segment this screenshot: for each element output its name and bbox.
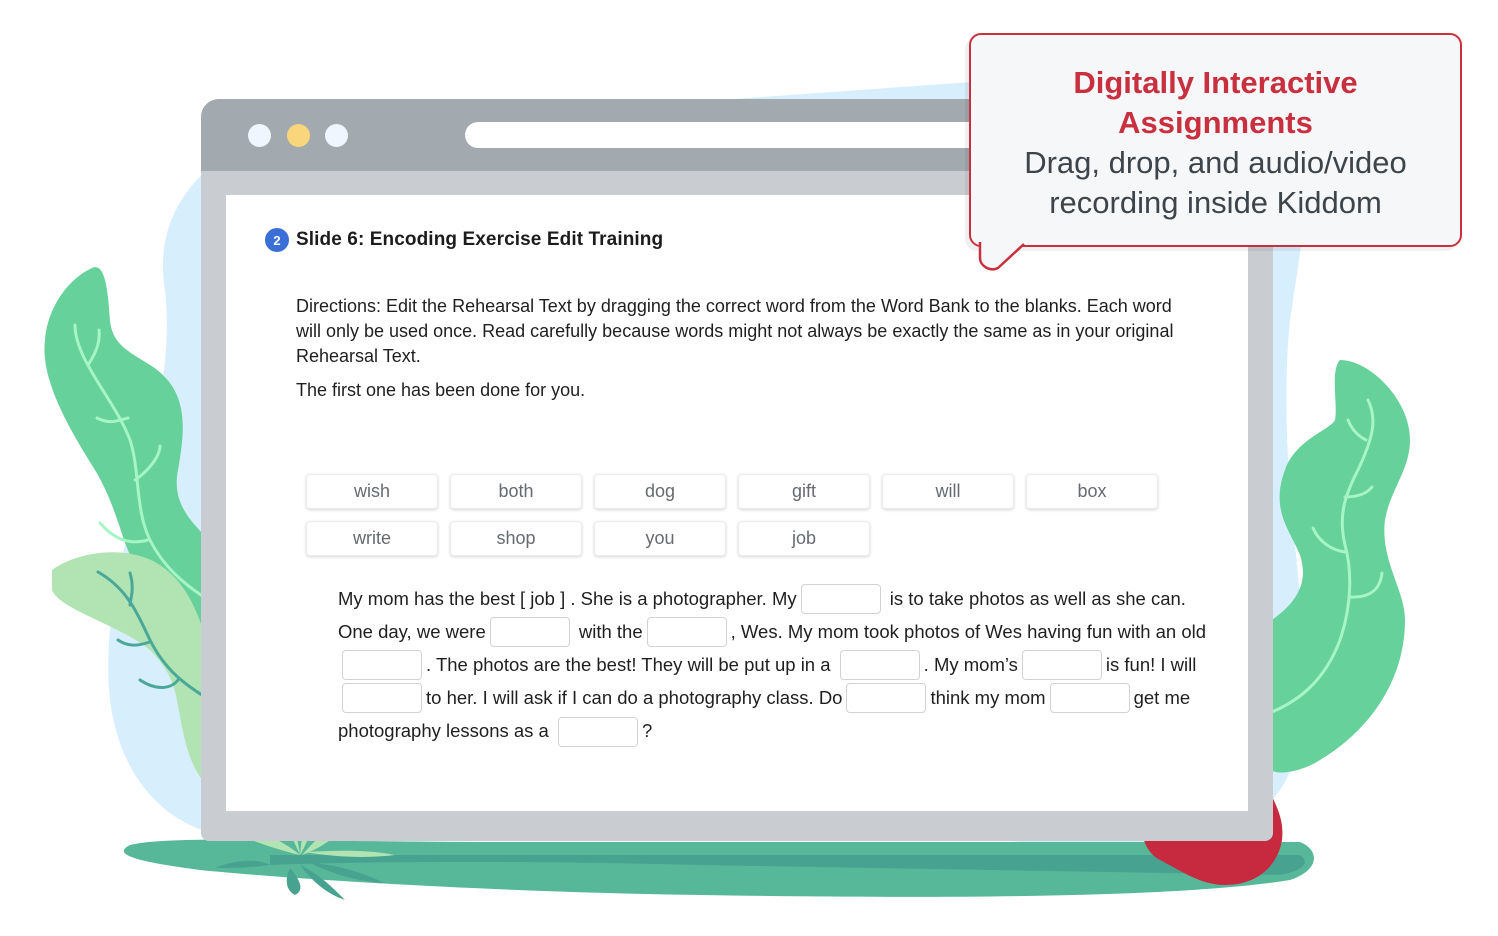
drop-blank-2[interactable] xyxy=(489,617,570,648)
passage-text: to her. I will ask if I can do a photogr… xyxy=(426,687,843,709)
assignment-content: 2 Slide 6: Encoding Exercise Edit Traini… xyxy=(226,195,1248,811)
passage-text: , Wes. My mom took photos of Wes having … xyxy=(730,621,1207,643)
directions-text: Directions: Edit the Rehearsal Text by d… xyxy=(296,296,1174,366)
passage-text: ? xyxy=(641,720,653,742)
word-chip-box[interactable]: box xyxy=(1026,474,1158,509)
rehearsal-passage: My mom has the best [ job ] . She is a p… xyxy=(338,582,1208,748)
drop-blank-1[interactable] xyxy=(800,584,881,615)
word-chip-dog[interactable]: dog xyxy=(594,474,726,509)
drop-blank-5[interactable] xyxy=(839,650,920,681)
directions-block: Directions: Edit the Rehearsal Text by d… xyxy=(296,294,1196,412)
passage-text: . The photos are the best! They will be … xyxy=(426,654,831,676)
passage-text: with the xyxy=(578,621,643,643)
passage-text: is fun! I will xyxy=(1105,654,1197,676)
passage-text: My mom has the best [ job ] . She is a p… xyxy=(338,588,797,609)
drop-blank-10[interactable] xyxy=(557,716,638,747)
passage-text: think my mom xyxy=(930,687,1046,709)
drop-blank-8[interactable] xyxy=(846,683,927,714)
word-chip-you[interactable]: you xyxy=(594,521,726,556)
word-chip-gift[interactable]: gift xyxy=(738,474,870,509)
slide-title: Slide 6: Encoding Exercise Edit Training xyxy=(296,229,664,250)
step-number-badge: 2 xyxy=(265,228,289,252)
word-chip-will[interactable]: will xyxy=(882,474,1014,509)
word-chip-both[interactable]: both xyxy=(450,474,582,509)
word-chip-wish[interactable]: wish xyxy=(306,474,438,509)
drop-blank-7[interactable] xyxy=(342,683,422,714)
callout-subtitle: Drag, drop, and audio/video recording in… xyxy=(1024,145,1407,220)
word-bank: wish both dog gift will box write shop y… xyxy=(306,474,1186,556)
feature-callout: Digitally Interactive Assignments Drag, … xyxy=(969,33,1462,247)
drop-blank-4[interactable] xyxy=(342,650,422,681)
directions-note: The first one has been done for you. xyxy=(296,380,586,400)
word-chip-write[interactable]: write xyxy=(306,521,438,556)
word-chip-shop[interactable]: shop xyxy=(450,521,582,556)
window-close-dot[interactable] xyxy=(248,124,271,147)
slide-heading: 2 Slide 6: Encoding Exercise Edit Traini… xyxy=(265,228,663,252)
window-maximize-dot[interactable] xyxy=(325,124,348,147)
window-minimize-dot[interactable] xyxy=(287,124,310,147)
drop-blank-9[interactable] xyxy=(1049,683,1130,714)
callout-tail xyxy=(978,240,1025,271)
passage-text: . My mom’s xyxy=(923,654,1018,676)
word-chip-job[interactable]: job xyxy=(738,521,870,556)
drop-blank-3[interactable] xyxy=(646,617,727,648)
drop-blank-6[interactable] xyxy=(1021,650,1102,681)
callout-title: Digitally Interactive Assignments xyxy=(1073,65,1358,140)
